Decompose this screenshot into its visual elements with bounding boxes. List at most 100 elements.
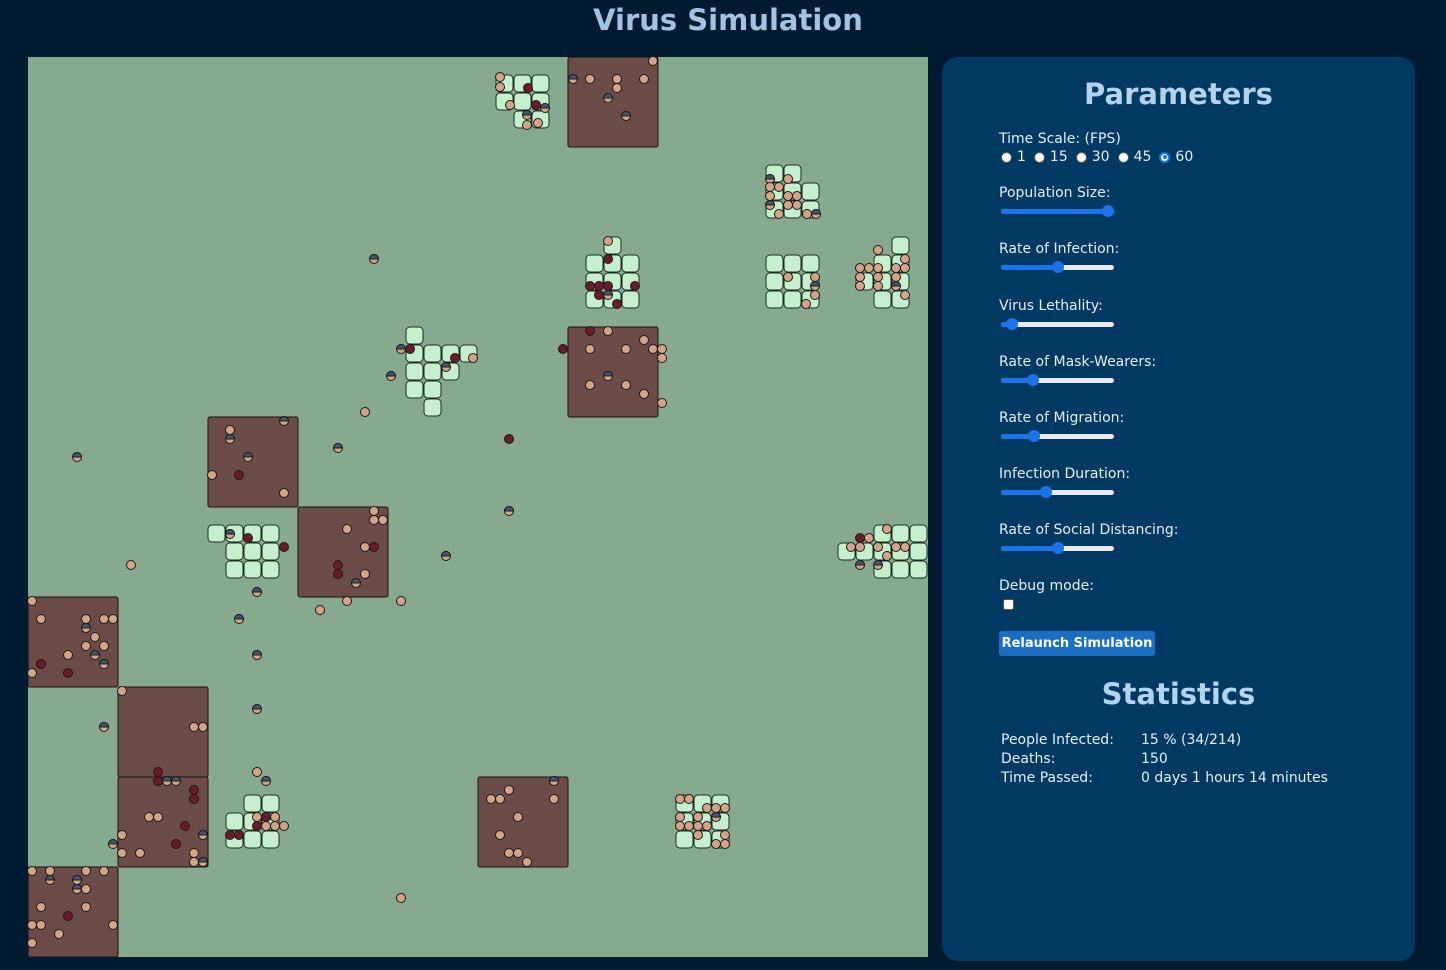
tile [261, 830, 280, 849]
healthy-person [495, 830, 505, 840]
mask-icon [44, 875, 56, 881]
healthy-person [36, 614, 46, 624]
relaunch-simulation-button[interactable]: Relaunch Simulation [999, 631, 1155, 656]
slider-thumb[interactable] [1026, 374, 1039, 386]
mask-icon [620, 111, 632, 117]
healthy-person [900, 542, 910, 552]
simulation-canvas[interactable] [28, 57, 928, 957]
mask-icon [260, 776, 272, 782]
healthy-person [360, 407, 370, 417]
mask-icon [764, 200, 776, 206]
healthy-person [279, 821, 289, 831]
fps-option-1[interactable]: 1 [1001, 149, 1026, 165]
healthy-person [533, 118, 543, 128]
healthy-person [684, 794, 694, 804]
slider-thumb[interactable] [1051, 261, 1064, 273]
healthy-person [702, 803, 712, 813]
population-size-slider[interactable] [1001, 205, 1115, 217]
healthy-person [846, 542, 856, 552]
mask-icon [810, 209, 822, 215]
infected-person [261, 812, 271, 822]
mask-icon [539, 103, 551, 109]
mask-icon [170, 776, 182, 782]
debug-mode-checkbox[interactable] [1003, 599, 1014, 610]
healthy-person [315, 605, 325, 615]
radio-icon[interactable] [1033, 151, 1045, 163]
healthy-person [792, 200, 802, 210]
healthy-person [378, 515, 388, 525]
infection-duration-label: Infection Duration: [999, 466, 1131, 482]
healthy-person [504, 785, 514, 795]
slider-thumb[interactable] [1006, 318, 1019, 330]
mask-icon [251, 587, 263, 593]
tile [261, 560, 280, 579]
mask-icon [107, 839, 119, 845]
migration-slider[interactable] [1001, 430, 1114, 442]
healthy-person [675, 821, 685, 831]
healthy-person [261, 821, 271, 831]
infected-person [594, 290, 604, 300]
healthy-person [144, 812, 154, 822]
mask-icon [71, 452, 83, 458]
mask-icon [710, 812, 722, 818]
healthy-person [513, 848, 523, 858]
infected-person [405, 344, 415, 354]
fps-option-45[interactable]: 45 [1117, 149, 1151, 165]
slider-thumb[interactable] [1051, 542, 1064, 554]
rate-of-infection-slider[interactable] [1001, 261, 1114, 273]
healthy-person [522, 857, 532, 867]
infected-person [234, 830, 244, 840]
slider-thumb[interactable] [1027, 430, 1040, 442]
social-distancing-slider[interactable] [1001, 542, 1114, 554]
tile [801, 182, 820, 201]
healthy-person [891, 263, 901, 273]
fps-option-60[interactable]: 60 [1159, 149, 1193, 165]
healthy-person [765, 191, 775, 201]
mask-icon [71, 875, 83, 881]
tile [909, 560, 928, 579]
infected-person [369, 542, 379, 552]
healthy-person [63, 650, 73, 660]
radio-icon[interactable] [1117, 151, 1129, 163]
healthy-person [648, 57, 658, 66]
infected-person [153, 776, 163, 786]
page-title: Virus Simulation [593, 3, 863, 37]
healthy-person [873, 245, 883, 255]
mask-icon [89, 650, 101, 656]
mask-wearers-slider[interactable] [1001, 374, 1114, 386]
fps-option-15[interactable]: 15 [1033, 149, 1068, 165]
healthy-person [585, 74, 595, 84]
healthy-person [684, 821, 694, 831]
healthy-person [279, 488, 289, 498]
infected-person [36, 659, 46, 669]
mask-icon [98, 722, 110, 728]
tile [801, 254, 820, 273]
infection-duration-slider[interactable] [1001, 486, 1114, 498]
healthy-person [882, 524, 892, 534]
building [477, 776, 569, 868]
tile [585, 254, 604, 273]
healthy-person [603, 236, 613, 246]
slider-thumb[interactable] [1102, 205, 1115, 217]
radio-selected-icon[interactable] [1159, 151, 1171, 163]
virus-lethality-slider[interactable] [1001, 318, 1114, 330]
radio-icon[interactable] [1001, 151, 1012, 163]
healthy-person [369, 506, 379, 516]
healthy-person [252, 767, 262, 777]
healthy-person [621, 344, 631, 354]
healthy-person [891, 542, 901, 552]
tile [891, 236, 910, 255]
infected-person [171, 839, 181, 849]
healthy-person [639, 74, 649, 84]
tile [225, 560, 244, 579]
tile [765, 290, 784, 309]
healthy-person [639, 389, 649, 399]
healthy-person [28, 866, 37, 876]
fps-option-30[interactable]: 30 [1075, 149, 1110, 165]
radio-icon[interactable] [1075, 151, 1087, 163]
tile [531, 74, 550, 93]
healthy-person [81, 884, 91, 894]
healthy-person [135, 848, 145, 858]
mask-icon [385, 371, 397, 377]
slider-thumb[interactable] [1040, 486, 1053, 498]
